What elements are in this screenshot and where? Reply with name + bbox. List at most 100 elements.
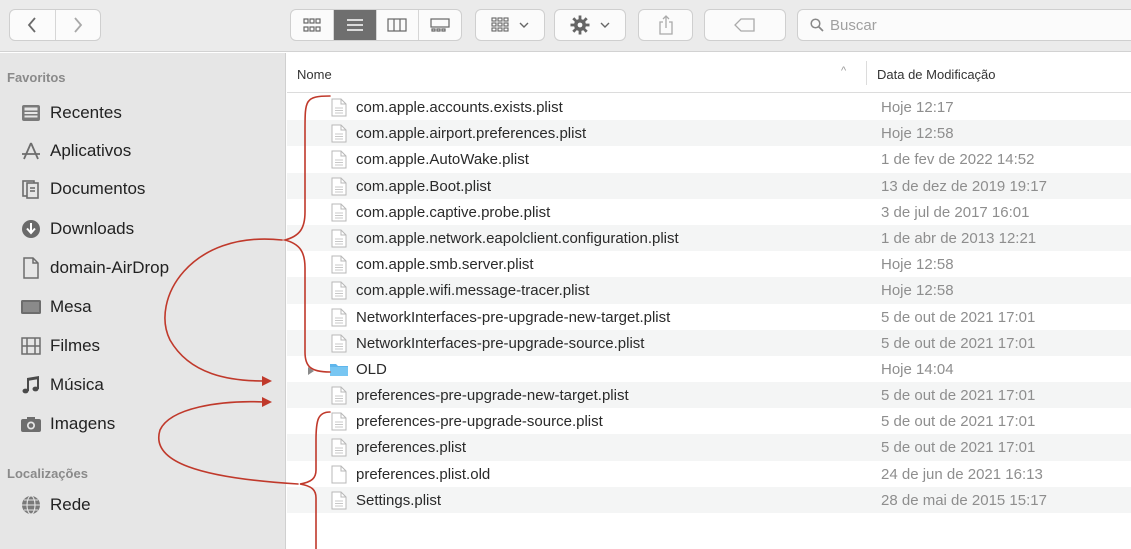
list-icon bbox=[346, 19, 363, 31]
sidebar-item-domain-airdrop[interactable]: domain-AirDrop bbox=[20, 253, 169, 283]
file-row[interactable]: com.apple.Boot.plist 13 de dez de 2019 19… bbox=[287, 172, 1131, 199]
file-name: Settings.plist bbox=[356, 491, 442, 509]
file-name: NetworkInterfaces-pre-upgrade-new-target… bbox=[356, 308, 671, 326]
file-name: NetworkInterfaces-pre-upgrade-source.pli… bbox=[356, 334, 645, 352]
folder-row[interactable]: OLD Hoje 14:04 bbox=[287, 355, 1131, 383]
column-divider[interactable] bbox=[866, 61, 867, 85]
desktop-icon bbox=[20, 296, 42, 318]
plist-file-icon bbox=[331, 438, 347, 457]
file-row[interactable]: com.apple.wifi.message-tracer.plist Hoje … bbox=[287, 277, 1131, 304]
share-button[interactable] bbox=[638, 9, 693, 41]
plist-file-icon bbox=[331, 491, 347, 510]
file-row[interactable]: preferences-pre-upgrade-new-target.plist… bbox=[287, 382, 1131, 409]
back-button[interactable] bbox=[10, 10, 55, 40]
plist-file-icon bbox=[331, 386, 347, 405]
file-modified-date: 1 de abr de 2013 12:21 bbox=[881, 229, 1037, 247]
action-button[interactable] bbox=[554, 9, 626, 41]
search-input[interactable] bbox=[830, 16, 1110, 34]
file-list: Nome ^ Data de Modificação com.apple.acc… bbox=[287, 53, 1131, 549]
plist-file-icon bbox=[331, 229, 347, 248]
gallery-view-button[interactable] bbox=[418, 10, 461, 40]
sidebar-item-musica[interactable]: Música bbox=[20, 370, 104, 400]
file-name: preferences-pre-upgrade-source.plist bbox=[356, 413, 603, 431]
columns-icon bbox=[387, 18, 407, 32]
file-name: com.apple.airport.preferences.plist bbox=[356, 125, 587, 143]
file-row[interactable]: com.apple.network.eapolclient.configurat… bbox=[287, 224, 1131, 252]
plist-file-icon bbox=[331, 334, 347, 353]
file-modified-date: Hoje 12:58 bbox=[881, 282, 954, 300]
file-modified-date: 5 de out de 2021 17:01 bbox=[881, 334, 1036, 352]
disclosure-triangle-icon[interactable] bbox=[307, 363, 317, 375]
file-modified-date: Hoje 12:58 bbox=[881, 256, 954, 274]
tag-button[interactable] bbox=[704, 9, 786, 41]
file-row[interactable]: com.apple.captive.probe.plist 3 de jul de… bbox=[287, 198, 1131, 225]
icon-view-button[interactable] bbox=[291, 10, 333, 40]
globe-icon bbox=[20, 494, 42, 516]
file-row[interactable]: com.apple.accounts.exists.plist Hoje 12:1… bbox=[287, 94, 1131, 121]
group-by-button[interactable] bbox=[475, 9, 545, 41]
sidebar-item-rede[interactable]: Rede bbox=[20, 490, 91, 520]
file-modified-date: Hoje 14:04 bbox=[881, 360, 954, 378]
column-header-date[interactable]: Data de Modificação bbox=[877, 67, 996, 82]
list-view-button[interactable] bbox=[332, 10, 376, 40]
file-row[interactable]: preferences-pre-upgrade-source.plist 5 de… bbox=[287, 408, 1131, 435]
sidebar-item-label: Aplicativos bbox=[50, 141, 132, 160]
file-row[interactable]: Settings.plist 28 de mai de 2015 15:17 bbox=[287, 486, 1131, 513]
sidebar-item-label: domain-AirDrop bbox=[50, 258, 170, 277]
file-modified-date: 5 de out de 2021 17:01 bbox=[881, 308, 1036, 326]
sidebar-item-imagens[interactable]: Imagens bbox=[20, 409, 115, 439]
sidebar-item-downloads[interactable]: Downloads bbox=[20, 214, 134, 244]
file-modified-date: 3 de jul de 2017 16:01 bbox=[881, 203, 1030, 221]
sidebar-item-label: Filmes bbox=[50, 336, 101, 355]
file-row[interactable]: com.apple.airport.preferences.plist Hoje … bbox=[287, 120, 1131, 147]
file-row[interactable]: preferences.plist 5 de out de 2021 17:01 bbox=[287, 434, 1131, 461]
gallery-icon bbox=[430, 18, 450, 32]
file-rows: com.apple.accounts.exists.plist Hoje 12:1… bbox=[287, 94, 1131, 513]
chevron-left-icon bbox=[28, 17, 37, 33]
download-icon bbox=[20, 218, 42, 240]
document-icon bbox=[20, 178, 42, 200]
plist-file-icon bbox=[331, 177, 347, 196]
blank-document-icon bbox=[331, 465, 347, 484]
camera-icon bbox=[20, 413, 42, 435]
sidebar-item-mesa[interactable]: Mesa bbox=[20, 292, 92, 322]
sidebar-item-label: Recentes bbox=[50, 103, 122, 122]
group-grid-icon bbox=[491, 17, 509, 32]
file-row[interactable]: com.apple.smb.server.plist Hoje 12:58 bbox=[287, 251, 1131, 278]
file-name: com.apple.Boot.plist bbox=[356, 177, 492, 195]
file-name: com.apple.AutoWake.plist bbox=[356, 151, 529, 169]
locations-section-title: Localizações bbox=[7, 466, 88, 481]
column-header-name[interactable]: Nome bbox=[297, 67, 332, 82]
file-name: preferences.plist bbox=[356, 439, 467, 457]
file-row[interactable]: com.apple.AutoWake.plist 1 de fev de 2022… bbox=[287, 146, 1131, 173]
forward-button[interactable] bbox=[54, 10, 100, 40]
file-modified-date: 5 de out de 2021 17:01 bbox=[881, 439, 1036, 457]
sidebar-item-label: Mesa bbox=[50, 297, 92, 316]
file-row[interactable]: NetworkInterfaces-pre-upgrade-new-target… bbox=[287, 303, 1131, 330]
music-icon bbox=[20, 374, 42, 396]
sidebar-item-recentes[interactable]: Recentes bbox=[20, 98, 122, 128]
sort-ascending-icon: ^ bbox=[841, 65, 847, 77]
sidebar-item-label: Rede bbox=[50, 495, 91, 514]
navigation-buttons bbox=[9, 9, 101, 41]
file-modified-date: 5 de out de 2021 17:01 bbox=[881, 387, 1036, 405]
column-view-button[interactable] bbox=[375, 10, 419, 40]
file-row[interactable]: NetworkInterfaces-pre-upgrade-source.pli… bbox=[287, 329, 1131, 356]
toolbar bbox=[0, 0, 1131, 52]
file-name: com.apple.captive.probe.plist bbox=[356, 203, 551, 221]
chevron-down-icon bbox=[519, 22, 529, 28]
plist-file-icon bbox=[331, 308, 347, 327]
sidebar-item-label: Documentos bbox=[50, 179, 146, 198]
file-name: com.apple.network.eapolclient.configurat… bbox=[356, 229, 679, 247]
sidebar-item-documentos[interactable]: Documentos bbox=[20, 174, 145, 204]
file-modified-date: 28 de mai de 2015 15:17 bbox=[881, 491, 1047, 509]
favorites-section-title: Favoritos bbox=[7, 70, 66, 85]
plist-file-icon bbox=[331, 255, 347, 274]
sidebar: Favoritos Recentes Aplicativos Documento… bbox=[0, 53, 286, 549]
sidebar-item-aplicativos[interactable]: Aplicativos bbox=[20, 136, 131, 166]
file-row[interactable]: preferences.plist.old 24 de jun de 2021 1… bbox=[287, 460, 1131, 487]
share-icon bbox=[658, 15, 673, 35]
sidebar-item-filmes[interactable]: Filmes bbox=[20, 331, 100, 361]
file-name: com.apple.accounts.exists.plist bbox=[356, 99, 563, 116]
search-field[interactable] bbox=[797, 9, 1131, 41]
